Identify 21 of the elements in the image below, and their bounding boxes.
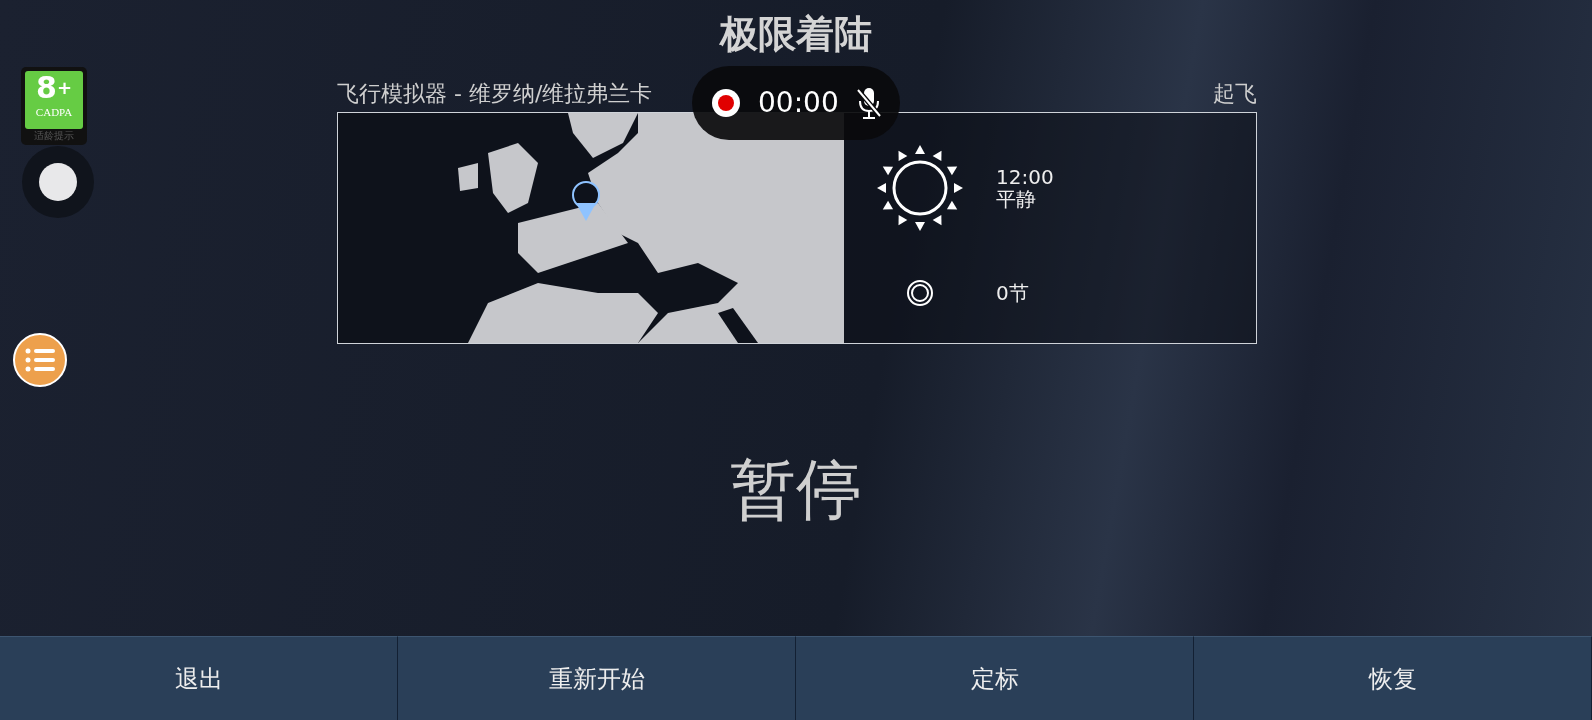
- age-plus: +: [56, 77, 72, 98]
- flight-phase: 起飞: [1213, 80, 1257, 108]
- menu-button[interactable]: [13, 333, 67, 387]
- record-icon[interactable]: [710, 87, 742, 119]
- menu-button[interactable]: 重新开始: [398, 636, 796, 720]
- menu-button[interactable]: 退出: [0, 636, 398, 720]
- menu-icon: [25, 348, 55, 372]
- age-rating: 8: [36, 70, 57, 105]
- weather-text: 平静: [996, 188, 1037, 210]
- sun-icon: [876, 144, 964, 232]
- menu-button[interactable]: 定标: [796, 636, 1194, 720]
- mission-name: 飞行模拟器 - 维罗纳/维拉弗兰卡: [337, 80, 653, 108]
- recording-time: 00:00: [758, 85, 839, 121]
- screen-title: 极限着陆: [718, 11, 873, 58]
- weather-text: 12:00: [996, 166, 1054, 188]
- weather-text: 0节: [996, 282, 1029, 304]
- microphone-muted-icon[interactable]: [854, 86, 883, 120]
- menu-button[interactable]: 恢复: [1194, 636, 1592, 720]
- wind-calm-icon: [906, 279, 934, 307]
- rating-org: CADPA: [34, 105, 74, 119]
- pause-title: 暂停: [729, 450, 863, 530]
